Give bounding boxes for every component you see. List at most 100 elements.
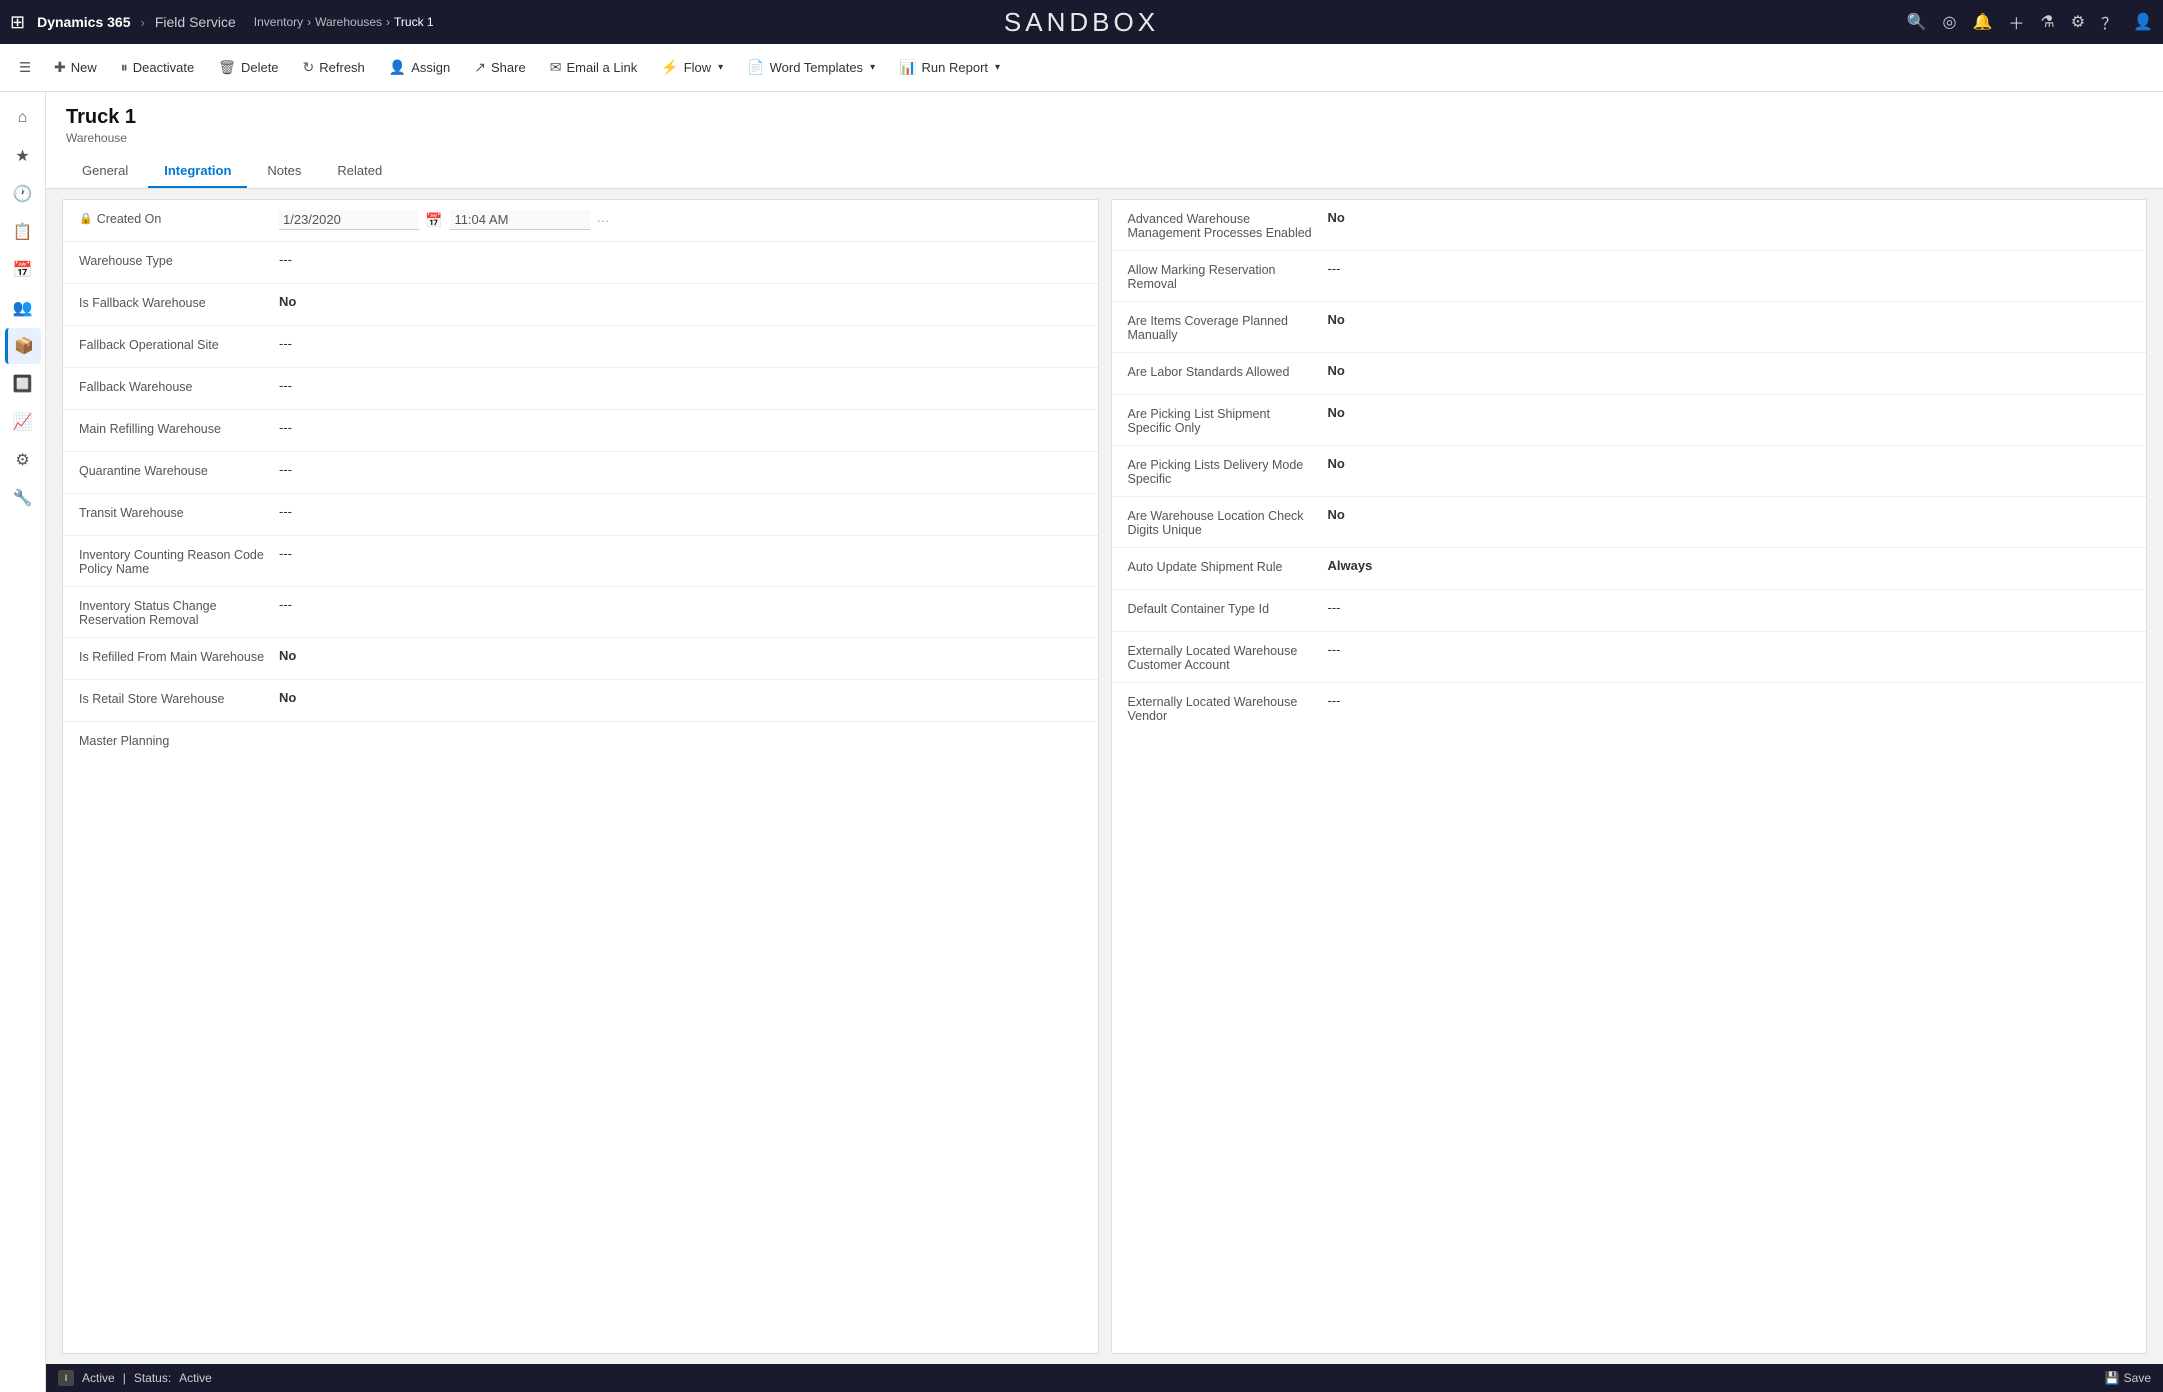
record-header: Truck 1 Warehouse General Integration No… [46,92,2163,189]
label-ext-vendor: Externally Located Warehouse Vendor [1128,693,1328,723]
word-templates-button[interactable]: 📄 Word Templates [737,53,885,82]
form-row-allow-marking: Allow Marking Reservation Removal --- [1112,251,2147,302]
breadcrumb-inventory[interactable]: Inventory [254,15,303,29]
form-row-ext-customer: Externally Located Warehouse Customer Ac… [1112,632,2147,683]
tab-notes[interactable]: Notes [251,155,317,188]
value-items-coverage: No [1328,312,2131,327]
sidebar-item-contacts[interactable]: 👥 [5,290,41,326]
sandbox-label: SANDBOX [1004,7,1159,38]
value-main-refilling: --- [279,420,1082,435]
sidebar-item-tools[interactable]: 🔧 [5,480,41,516]
label-inventory-counting: Inventory Counting Reason Code Policy Na… [79,546,279,576]
new-icon: ✚ [54,59,66,76]
help-icon[interactable]: ？ [2101,10,2117,34]
bell-icon[interactable]: 🔔 [1972,12,1992,32]
label-is-fallback-warehouse: Is Fallback Warehouse [79,294,279,310]
deactivate-button[interactable]: ⏸ Deactivate [111,53,204,82]
refresh-button[interactable]: ↻ Refresh [293,53,375,82]
collapse-button[interactable]: ☰ [10,53,40,83]
flow-button[interactable]: ⚡ Flow [651,53,733,82]
form-row-advanced-warehouse: Advanced Warehouse Management Processes … [1112,200,2147,251]
time-input[interactable] [450,210,590,230]
label-warehouse-location: Are Warehouse Location Check Digits Uniq… [1128,507,1328,537]
delete-button[interactable]: 🗑 Delete [208,53,288,82]
breadcrumb-warehouses[interactable]: Warehouses [315,15,382,29]
form-row-master-planning: Master Planning [63,722,1098,764]
word-templates-icon: 📄 [747,59,764,76]
refresh-icon: ↻ [303,59,315,76]
value-fallback-operational-site: --- [279,336,1082,351]
tab-general[interactable]: General [66,155,144,188]
form-row-warehouse-type: Warehouse Type --- [63,242,1098,284]
form-row-items-coverage: Are Items Coverage Planned Manually No [1112,302,2147,353]
form-row-is-fallback-warehouse: Is Fallback Warehouse No [63,284,1098,326]
value-created-on: 📅 ··· [279,210,1082,230]
label-auto-update-shipment: Auto Update Shipment Rule [1128,558,1328,574]
filter-icon[interactable]: ⚗ [2040,12,2054,32]
gear-icon[interactable]: ⚙ [2071,12,2085,32]
label-default-container: Default Container Type Id [1128,600,1328,616]
value-inventory-counting: --- [279,546,1082,561]
run-report-icon: 📊 [899,59,916,76]
app-name[interactable]: Dynamics 365 [37,14,130,30]
sidebar-item-notes[interactable]: 📋 [5,214,41,250]
run-report-button[interactable]: 📊 Run Report [889,53,1010,82]
value-fallback-warehouse: --- [279,378,1082,393]
status-bar: I Active | Status: Active 💾 Save [46,1364,2163,1392]
sidebar-item-home[interactable]: ⌂ [5,100,41,136]
label-transit-warehouse: Transit Warehouse [79,504,279,520]
share-button[interactable]: ↗ Share [464,53,535,82]
label-main-refilling: Main Refilling Warehouse [79,420,279,436]
sidebar-item-products[interactable]: 🔲 [5,366,41,402]
tab-related[interactable]: Related [321,155,398,188]
label-is-refilled: Is Refilled From Main Warehouse [79,648,279,664]
date-input[interactable] [279,210,419,230]
breadcrumb-current: Truck 1 [394,15,434,29]
label-inventory-status: Inventory Status Change Reservation Remo… [79,597,279,627]
tab-integration[interactable]: Integration [148,155,247,188]
value-ext-customer: --- [1328,642,2131,657]
form-row-auto-update-shipment: Auto Update Shipment Rule Always [1112,548,2147,590]
email-icon: ✉ [550,59,562,76]
time-ellipsis: ··· [596,213,609,228]
target-icon[interactable]: ◎ [1942,12,1956,32]
save-button[interactable]: 💾 Save [2105,1371,2151,1385]
value-warehouse-location: No [1328,507,2131,522]
sidebar-item-recent[interactable]: 🕐 [5,176,41,212]
breadcrumb: Inventory › Warehouses › Truck 1 [254,15,434,29]
sidebar-item-inventory[interactable]: 📦 [5,328,41,364]
new-button[interactable]: ✚ New [44,53,107,82]
email-link-button[interactable]: ✉ Email a Link [540,53,648,82]
form-row-fallback-operational-site: Fallback Operational Site --- [63,326,1098,368]
record-tabs: General Integration Notes Related [66,155,2143,188]
assign-button[interactable]: 👤 Assign [379,53,460,82]
sidebar-item-settings[interactable]: ⚙ [5,442,41,478]
sidebar-item-favorites[interactable]: ★ [5,138,41,174]
value-quarantine-warehouse: --- [279,462,1082,477]
user-icon[interactable]: 👤 [2133,12,2153,32]
waffle-menu[interactable]: ⊞ [10,12,25,33]
form-row-picking-list-shipment: Are Picking List Shipment Specific Only … [1112,395,2147,446]
command-bar: ☰ ✚ New ⏸ Deactivate 🗑 Delete ↻ Refresh … [0,44,2163,92]
calendar-icon[interactable]: 📅 [425,212,442,229]
status-value: Active [179,1371,212,1385]
plus-icon[interactable]: ＋ [2008,10,2024,34]
value-labor-standards: No [1328,363,2131,378]
search-icon[interactable]: 🔍 [1907,12,1927,32]
right-form-section: Advanced Warehouse Management Processes … [1111,199,2148,1354]
record-subtitle: Warehouse [66,131,2143,145]
value-inventory-status: --- [279,597,1082,612]
sidebar-item-reports[interactable]: 📈 [5,404,41,440]
form-row-is-refilled: Is Refilled From Main Warehouse No [63,638,1098,680]
value-default-container: --- [1328,600,2131,615]
form-row-quarantine-warehouse: Quarantine Warehouse --- [63,452,1098,494]
sidebar-item-calendar[interactable]: 📅 [5,252,41,288]
lock-icon: 🔒 [79,212,93,225]
module-name[interactable]: Field Service [155,14,236,30]
date-input-group: 📅 [279,210,442,230]
label-warehouse-type: Warehouse Type [79,252,279,268]
value-advanced-warehouse: No [1328,210,2131,225]
form-row-picking-lists-delivery: Are Picking Lists Delivery Mode Specific… [1112,446,2147,497]
form-row-inventory-status: Inventory Status Change Reservation Remo… [63,587,1098,638]
label-fallback-operational-site: Fallback Operational Site [79,336,279,352]
